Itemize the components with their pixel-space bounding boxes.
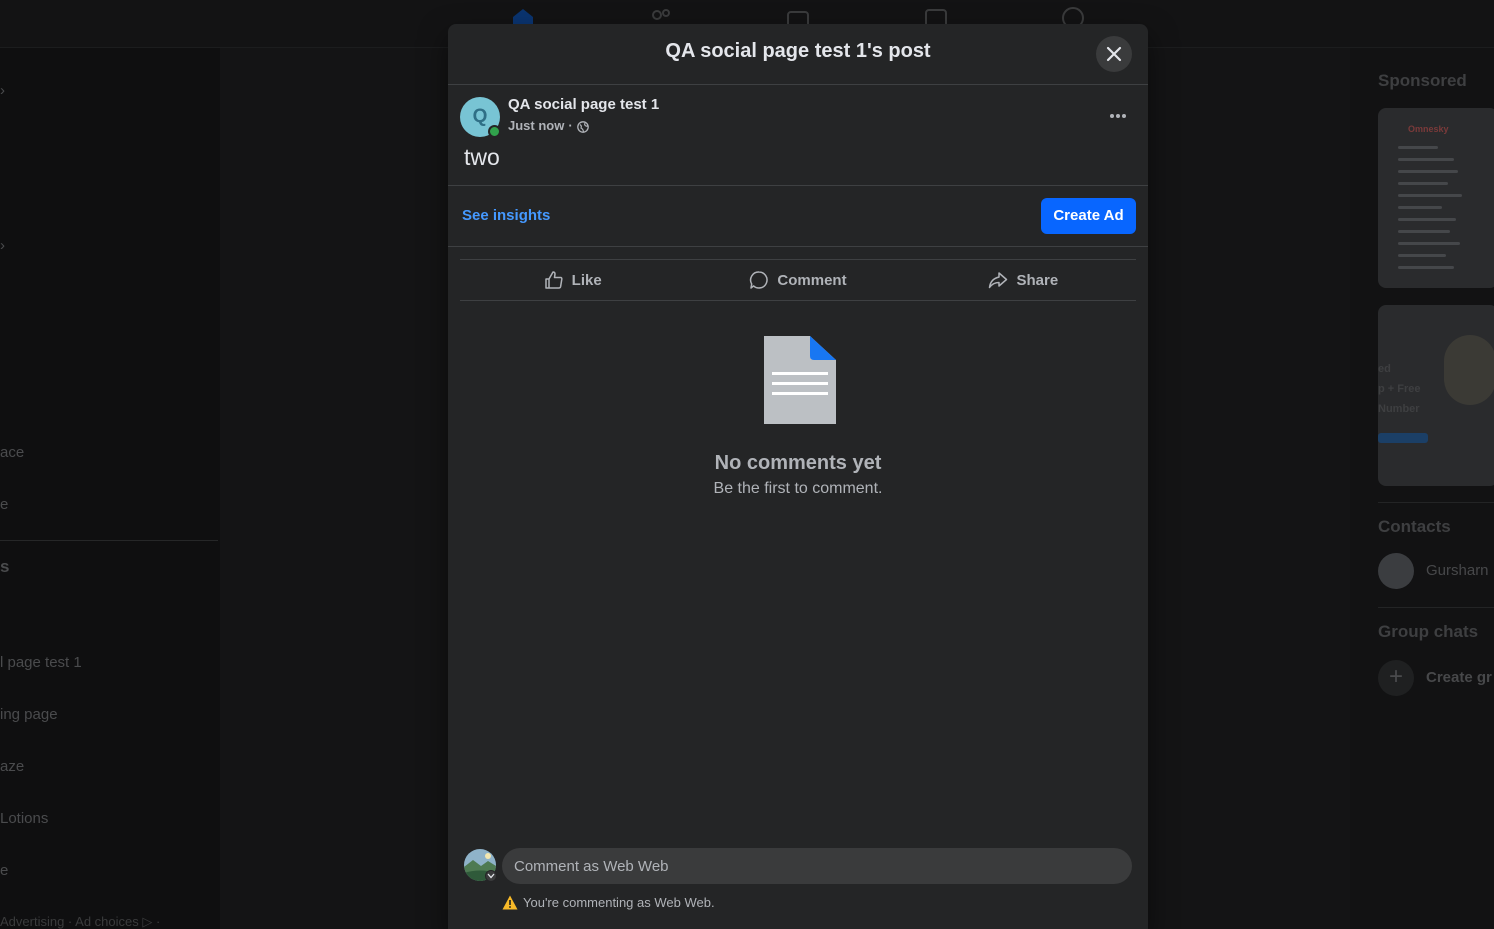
group-chats-heading: Group chats <box>1378 622 1479 641</box>
sidebar-divider <box>1378 607 1494 608</box>
create-ad-button[interactable]: Create Ad <box>1041 198 1136 234</box>
sidebar-item[interactable]: ace <box>0 444 24 461</box>
insights-bar: See insights Create Ad <box>448 185 1148 247</box>
share-icon <box>989 272 1008 289</box>
ad-text: Number <box>1378 403 1420 415</box>
chevron-down-icon <box>487 873 495 879</box>
sidebar-item[interactable]: aze <box>0 758 24 775</box>
post-author[interactable]: QA social page test 1 <box>508 96 659 113</box>
comment-composer: You're commenting as Web Web. <box>448 832 1148 929</box>
profile-switcher-button[interactable] <box>485 870 497 882</box>
sidebar-fragment[interactable]: › <box>0 237 5 254</box>
commenting-as-warning: You're commenting as Web Web. <box>502 895 715 910</box>
post-dialog: QA social page test 1's post Q QA social… <box>448 24 1148 929</box>
separator: · <box>568 118 573 133</box>
left-sidebar <box>0 48 220 929</box>
footer-links[interactable]: Advertising · Ad choices ▷ · <box>0 914 160 929</box>
contacts-heading: Contacts <box>1378 517 1451 536</box>
online-status-dot <box>488 125 501 138</box>
comment-button[interactable]: Comment <box>685 260 910 300</box>
comment-label: Comment <box>777 271 847 289</box>
like-button[interactable]: Like <box>460 260 685 300</box>
like-label: Like <box>571 271 602 289</box>
globe-icon[interactable] <box>576 120 589 133</box>
close-icon <box>1106 46 1122 62</box>
close-button[interactable] <box>1096 36 1132 72</box>
ad-badge <box>1378 433 1428 443</box>
sidebar-heading: s <box>0 557 10 576</box>
create-group-label[interactable]: Create gr <box>1426 669 1492 686</box>
ad-text: ed <box>1378 363 1391 375</box>
empty-state-subtitle: Be the first to comment. <box>713 480 883 497</box>
more-options-button[interactable] <box>1102 100 1134 132</box>
dialog-title: QA social page test 1's post <box>665 40 931 62</box>
share-label: Share <box>1016 271 1059 289</box>
sponsored-heading: Sponsored <box>1378 71 1467 90</box>
sidebar-item[interactable]: l page test 1 <box>0 654 82 671</box>
post-text: two <box>464 144 500 170</box>
ad-person-image <box>1444 335 1494 405</box>
sidebar-divider <box>1378 502 1494 503</box>
sidebar-fragment[interactable]: › <box>0 82 5 99</box>
sidebar-item[interactable]: e <box>0 496 8 513</box>
share-button[interactable]: Share <box>911 260 1136 300</box>
warning-icon <box>502 895 518 910</box>
sponsored-ad-card[interactable]: ed p + Free Number <box>1378 305 1494 486</box>
ad-text: p + Free <box>1378 383 1421 395</box>
post-actions-bar: Like Comment Share <box>460 259 1136 301</box>
plus-icon[interactable]: + <box>1378 660 1414 696</box>
post-timestamp[interactable]: Just now <box>508 118 564 133</box>
ad-brand: Omnesky <box>1408 124 1449 134</box>
thumbs-up-icon <box>544 271 563 289</box>
comment-input[interactable] <box>502 848 1132 884</box>
empty-state-title: No comments yet <box>714 452 882 474</box>
warning-text: You're commenting as Web Web. <box>523 895 715 910</box>
more-dots-icon <box>1110 114 1126 118</box>
dialog-header: QA social page test 1's post <box>448 24 1148 85</box>
see-insights-link[interactable]: See insights <box>462 207 550 224</box>
empty-document-icon <box>764 336 836 424</box>
sidebar-item[interactable]: e <box>0 862 8 879</box>
sidebar-divider <box>0 540 218 541</box>
post-meta: Just now · <box>508 118 589 133</box>
comment-icon <box>750 271 769 289</box>
sidebar-item[interactable]: ing page <box>0 706 58 723</box>
sponsored-ad-card[interactable]: Omnesky <box>1378 108 1494 288</box>
sidebar-item[interactable]: Lotions <box>0 810 48 827</box>
contact-name[interactable]: Gursharn <box>1426 562 1489 579</box>
avatar[interactable] <box>1378 553 1414 589</box>
